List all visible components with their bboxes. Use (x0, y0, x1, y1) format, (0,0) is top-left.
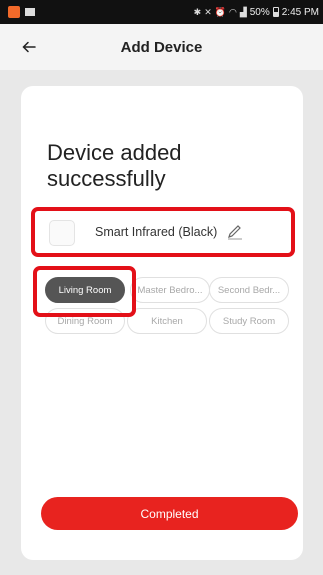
status-bar: ✱ ✕ ⏰ ◠ ▟ 50% 2:45 PM (0, 0, 323, 24)
device-name: Smart Infrared (Black) (95, 225, 218, 239)
clock: 2:45 PM (281, 6, 319, 18)
page-title: Add Device (120, 38, 203, 56)
completed-button[interactable]: Completed (41, 497, 298, 530)
wifi-icon: ◠ (228, 6, 237, 17)
room-chip-label: Master Bedro... (137, 284, 203, 296)
signal-icon: ▟ (239, 6, 247, 17)
room-chip-second-bedroom[interactable]: Second Bedr... (209, 277, 289, 303)
room-chip-label: Dining Room (57, 315, 113, 327)
device-icon (49, 220, 75, 246)
app-notification-icon (8, 6, 20, 18)
alarm-icon: ⏰ (214, 6, 226, 17)
completed-button-label: Completed (140, 506, 199, 521)
app-header: Add Device (0, 24, 323, 70)
bluetooth-icon: ✱ (193, 6, 202, 17)
room-chip-label: Second Bedr... (217, 284, 281, 296)
mute-icon: ✕ (204, 6, 212, 17)
room-highlight-annotation (33, 266, 136, 317)
room-chip-study-room[interactable]: Study Room (209, 308, 289, 334)
battery-icon (272, 7, 279, 17)
device-row[interactable]: Smart Infrared (Black) (31, 207, 295, 257)
room-chip-kitchen[interactable]: Kitchen (127, 308, 207, 334)
success-heading: Device added successfully (47, 140, 182, 191)
success-card: Device added successfully Smart Infrared… (21, 86, 303, 560)
room-chip-label: Kitchen (151, 315, 183, 327)
arrow-left-icon (22, 41, 36, 53)
pencil-icon[interactable] (227, 224, 243, 240)
room-chip-master-bedroom[interactable]: Master Bedro... (130, 277, 210, 303)
battery-percent: 50% (249, 6, 270, 18)
back-button[interactable] (18, 36, 40, 58)
screen-notification-icon (25, 8, 35, 16)
room-chip-label: Study Room (222, 315, 276, 327)
